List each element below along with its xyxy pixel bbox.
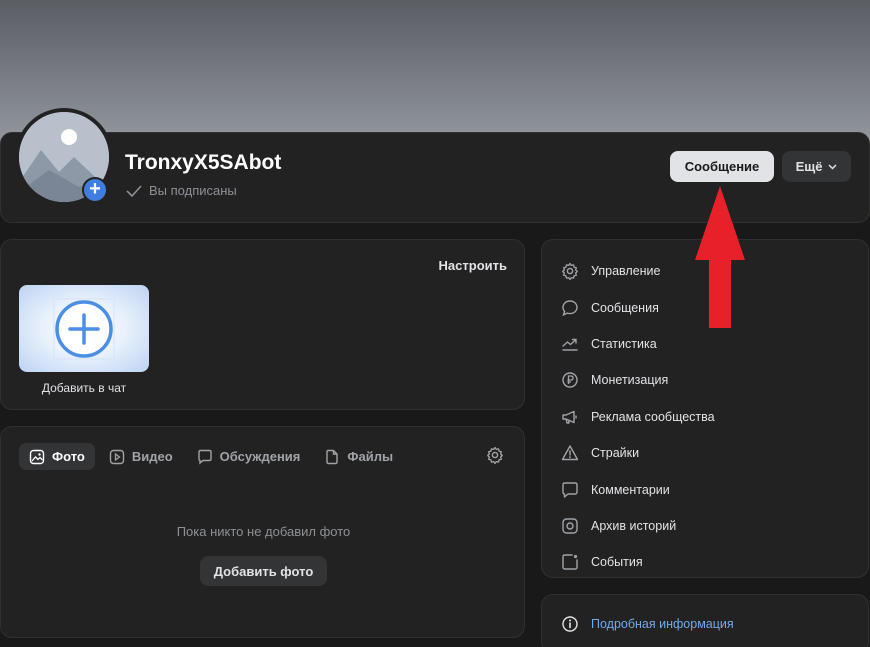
add-photo-button[interactable]: Добавить фото: [200, 556, 327, 586]
details-row[interactable]: Подробная информация: [561, 615, 734, 633]
check-icon: [126, 184, 142, 197]
page-title: TronxyX5SAbot: [125, 151, 282, 174]
add-to-chat-tile[interactable]: [19, 285, 149, 372]
discussion-icon: [197, 449, 212, 464]
menu-item-comments[interactable]: Комментарии: [542, 471, 868, 507]
menu-item-community-ads[interactable]: Реклама сообщества: [542, 399, 868, 435]
subscription-status: Вы подписаны: [126, 183, 237, 198]
tab-discussions[interactable]: Обсуждения: [187, 443, 311, 470]
menu-item-label: Реклама сообщества: [591, 409, 715, 424]
menu-item-label: Комментарии: [591, 482, 670, 497]
menu-item-label: Статистика: [591, 336, 657, 351]
ruble-icon: [561, 371, 579, 389]
menu-item-label: Архив историй: [591, 518, 677, 533]
red-arrow-annotation: [695, 186, 745, 328]
details-link[interactable]: Подробная информация: [591, 617, 734, 631]
media-tabs: Фото Видео Обсуждения Файлы: [19, 443, 403, 470]
menu-item-statistics[interactable]: Статистика: [542, 326, 868, 362]
megaphone-icon: [561, 408, 579, 426]
tab-photo-label: Фото: [52, 449, 85, 464]
event-icon: [561, 553, 579, 571]
chat-widget-card: Настроить Добавить в чат: [0, 239, 525, 410]
tab-files-label: Файлы: [347, 449, 394, 464]
add-to-chat-label[interactable]: Добавить в чат: [19, 381, 149, 395]
tab-files[interactable]: Файлы: [314, 443, 403, 470]
plus-circle-icon: [53, 298, 115, 360]
info-card: Подробная информация: [541, 594, 869, 647]
empty-state-text: Пока никто не добавил фото: [176, 524, 351, 539]
chevron-down-icon: [828, 163, 837, 170]
video-icon: [109, 449, 125, 464]
photo-icon: [29, 449, 45, 464]
add-avatar-icon[interactable]: +: [82, 177, 108, 203]
chart-icon: [561, 335, 579, 353]
tab-photo[interactable]: Фото: [19, 443, 95, 470]
menu-item-label: Страйки: [591, 446, 640, 461]
message-icon: [561, 299, 579, 317]
menu-item-label: События: [591, 555, 643, 570]
warning-icon: [561, 444, 579, 462]
subscription-status-label: Вы подписаны: [149, 183, 237, 198]
gear-icon: [561, 262, 579, 281]
configure-link[interactable]: Настроить: [439, 258, 507, 273]
menu-item-strikes[interactable]: Страйки: [542, 435, 868, 471]
tab-discussions-label: Обсуждения: [219, 449, 301, 464]
tab-video-label: Видео: [131, 449, 173, 464]
menu-item-story-archive[interactable]: Архив историй: [542, 508, 868, 544]
media-settings-button[interactable]: [486, 446, 504, 469]
menu-item-monetization[interactable]: Монетизация: [542, 362, 868, 398]
menu-item-label: Монетизация: [591, 373, 669, 388]
menu-item-label: Сообщения: [591, 300, 659, 315]
info-icon: [562, 616, 578, 632]
gear-icon: [487, 446, 503, 465]
menu-item-label: Управление: [591, 264, 661, 279]
menu-item-events[interactable]: События: [542, 544, 868, 580]
comment-icon: [561, 481, 579, 499]
more-button[interactable]: Ещё: [782, 151, 851, 182]
story-archive-icon: [561, 517, 579, 535]
media-card: Фото Видео Обсуждения Файлы Пока никто н…: [0, 426, 525, 638]
more-button-label: Ещё: [795, 159, 823, 174]
message-button[interactable]: Сообщение: [670, 151, 774, 182]
tab-video[interactable]: Видео: [99, 443, 183, 470]
file-icon: [326, 449, 339, 464]
